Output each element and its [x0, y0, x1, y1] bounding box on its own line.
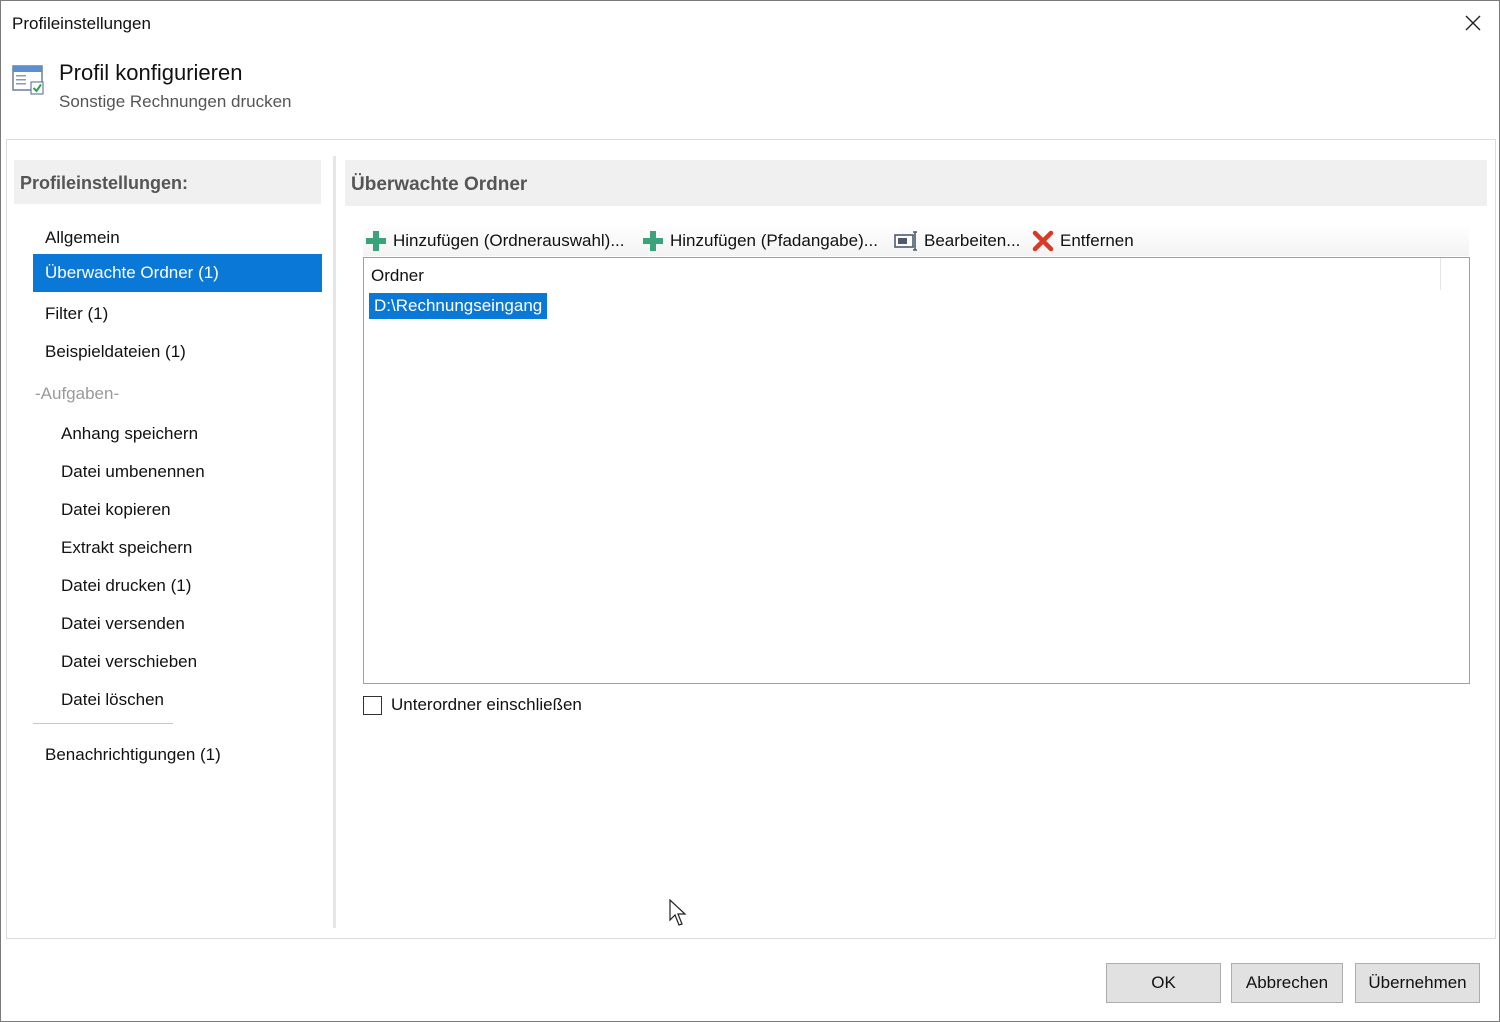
- sidebar-item-label: Datei versenden: [61, 614, 185, 633]
- sidebar-group-tasks: -Aufgaben-: [35, 384, 120, 403]
- sidebar-item-copy-file[interactable]: Datei kopieren: [33, 491, 322, 529]
- add-path-button[interactable]: Hinzufügen (Pfadangabe)...: [642, 228, 878, 254]
- delete-x-icon: [1032, 230, 1054, 252]
- sidebar-item-sample-files[interactable]: Beispieldateien (1): [33, 333, 322, 371]
- sidebar-item-label: Datei löschen: [61, 690, 165, 709]
- sidebar-item-notifications[interactable]: Benachrichtigungen (1): [33, 736, 322, 774]
- sidebar-item-label: Filter (1): [45, 304, 109, 323]
- sidebar-heading-label: Profileinstellungen:: [20, 173, 189, 193]
- checkbox-box[interactable]: [363, 695, 382, 715]
- sidebar-divider: [33, 723, 173, 724]
- list-item[interactable]: D:\Rechnungseingang: [369, 293, 548, 319]
- checkbox-label: Unterordner einschließen: [391, 695, 582, 714]
- sidebar-heading: Profileinstellungen:: [14, 160, 321, 204]
- sidebar-item-allgemein[interactable]: Allgemein: [33, 219, 322, 257]
- sidebar-item-label: Benachrichtigungen (1): [45, 745, 221, 764]
- edit-field-icon: [894, 231, 917, 251]
- sidebar-item-label: Anhang speichern: [61, 424, 199, 443]
- dialog-header: Profil konfigurieren Sonstige Rechnungen…: [1, 47, 1499, 139]
- settings-sidebar: Profileinstellungen: Allgemein Überwacht…: [14, 156, 328, 928]
- dialog-title: Profil konfigurieren: [59, 60, 243, 85]
- sidebar-item-print-file[interactable]: Datei drucken (1): [33, 567, 322, 605]
- sidebar-item-label: Datei kopieren: [61, 500, 171, 519]
- panel-heading: Überwachte Ordner: [345, 160, 1487, 206]
- button-label: Hinzufügen (Pfadangabe)...: [670, 231, 878, 250]
- sidebar-item-rename-file[interactable]: Datei umbenennen: [33, 453, 322, 491]
- sidebar-item-label: Datei drucken (1): [61, 576, 192, 595]
- sidebar-item-label: Extrakt speichern: [61, 538, 193, 557]
- folder-list[interactable]: Ordner D:\Rechnungseingang: [363, 257, 1470, 684]
- dialog-window: Profileinstellungen Profil konfigurieren…: [0, 0, 1500, 1022]
- sidebar-item-filter[interactable]: Filter (1): [33, 295, 322, 333]
- plus-icon: [366, 231, 386, 251]
- cancel-button[interactable]: Abbrechen: [1231, 963, 1343, 1003]
- button-label: Abbrechen: [1245, 973, 1329, 992]
- button-label: Übernehmen: [1368, 973, 1467, 992]
- remove-button[interactable]: Entfernen: [1032, 228, 1134, 254]
- ok-button[interactable]: OK: [1106, 963, 1221, 1003]
- include-subfolders-checkbox[interactable]: Unterordner einschließen: [363, 694, 582, 716]
- content-area: Profileinstellungen: Allgemein Überwacht…: [6, 139, 1496, 939]
- sidebar-item-save-attachment[interactable]: Anhang speichern: [33, 415, 322, 453]
- close-icon[interactable]: [1459, 9, 1487, 37]
- plus-icon: [643, 231, 663, 251]
- panel-splitter[interactable]: [333, 156, 336, 928]
- sidebar-item-label: Allgemein: [45, 228, 120, 247]
- sidebar-item-label: Datei umbenennen: [61, 462, 205, 481]
- title-bar: Profileinstellungen: [1, 1, 1499, 47]
- sidebar-item-send-file[interactable]: Datei versenden: [33, 605, 322, 643]
- column-header-folder[interactable]: Ordner: [364, 258, 1441, 290]
- sidebar-item-move-file[interactable]: Datei verschieben: [33, 643, 322, 681]
- folder-toolbar: Hinzufügen (Ordnerauswahl)... Hinzufügen…: [363, 224, 1469, 256]
- button-label: Entfernen: [1060, 231, 1134, 250]
- button-label: Bearbeiten...: [924, 231, 1021, 250]
- button-label: Hinzufügen (Ordnerauswahl)...: [393, 231, 625, 250]
- edit-button[interactable]: Bearbeiten...: [894, 228, 1020, 254]
- dialog-subtitle: Sonstige Rechnungen drucken: [59, 92, 292, 111]
- sidebar-item-label: Beispieldateien (1): [45, 342, 186, 361]
- window-title: Profileinstellungen: [12, 14, 151, 33]
- sidebar-item-save-extract[interactable]: Extrakt speichern: [33, 529, 322, 567]
- add-folder-select-button[interactable]: Hinzufügen (Ordnerauswahl)...: [365, 228, 625, 254]
- sidebar-item-watched-folders[interactable]: Überwachte Ordner (1): [33, 254, 322, 292]
- mouse-pointer-icon: [669, 898, 689, 927]
- watched-folders-panel: Überwachte Ordner Hinzufügen (Ordnerausw…: [345, 156, 1487, 928]
- button-label: OK: [1151, 973, 1176, 992]
- panel-heading-label: Überwachte Ordner: [351, 174, 528, 195]
- settings-window-icon: [12, 64, 46, 96]
- sidebar-item-delete-file[interactable]: Datei löschen: [33, 681, 322, 719]
- sidebar-item-label: Überwachte Ordner (1): [45, 263, 219, 282]
- column-header-label: Ordner: [371, 266, 424, 285]
- sidebar-item-label: Datei verschieben: [61, 652, 198, 671]
- apply-button[interactable]: Übernehmen: [1355, 963, 1480, 1003]
